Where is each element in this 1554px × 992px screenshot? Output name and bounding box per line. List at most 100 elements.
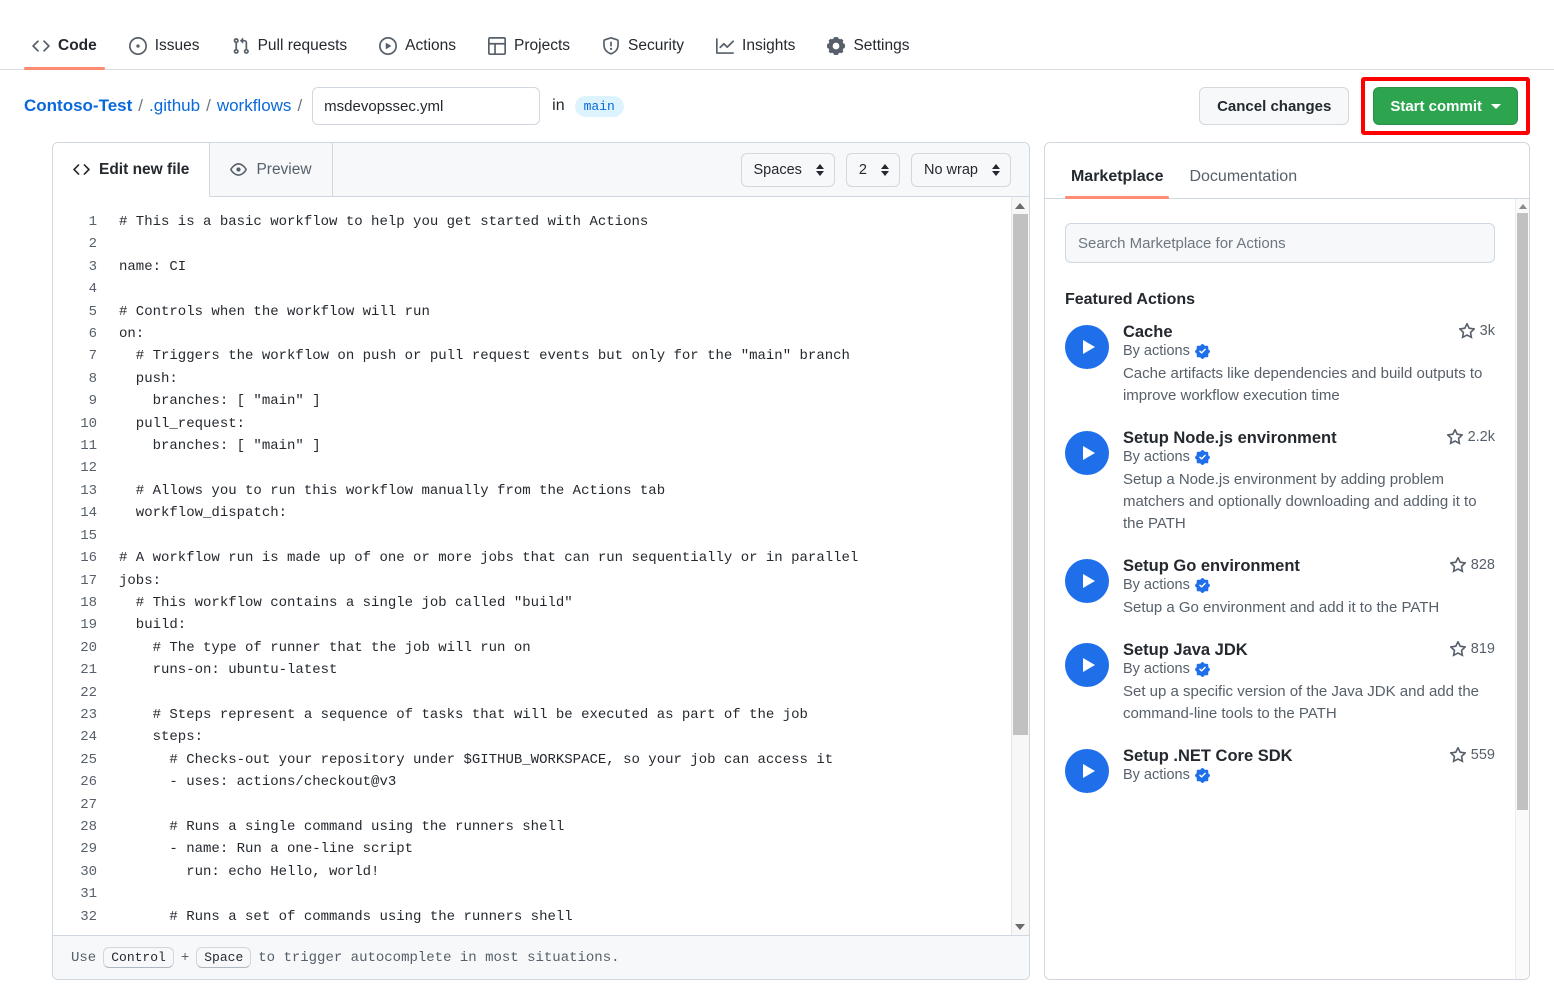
nav-item-actions[interactable]: Actions <box>371 37 464 69</box>
shield-icon <box>602 37 620 55</box>
nav-item-code[interactable]: Code <box>24 37 105 69</box>
nav-item-security[interactable]: Security <box>594 37 692 69</box>
action-name-link[interactable]: Cache <box>1123 323 1173 342</box>
scrollbar-thumb[interactable] <box>1013 214 1028 735</box>
action-author-label: By actions <box>1123 661 1190 677</box>
line-number-gutter: 1 2 3 4 5 6 7 8 9 10 11 12 13 14 15 16 1… <box>53 211 109 935</box>
marketplace-vertical-scrollbar[interactable] <box>1515 199 1529 979</box>
marketplace-scroll-region: Featured Actions Cache 3k By actions Cache … <box>1045 199 1515 979</box>
branch-badge: main <box>575 96 624 117</box>
action-name-link[interactable]: Setup .NET Core SDK <box>1123 747 1293 766</box>
indent-size-value: 2 <box>859 162 867 178</box>
action-card-body: Setup Java JDK819By actions Set up a spec… <box>1123 641 1495 725</box>
star-count-value: 828 <box>1471 557 1495 573</box>
nav-item-insights[interactable]: Insights <box>708 37 803 69</box>
breadcrumb-folder-workflows[interactable]: workflows <box>217 96 292 116</box>
wrap-mode-select[interactable]: No wrap <box>911 153 1011 187</box>
action-description: Setup a Node.js environment by adding pr… <box>1123 469 1495 535</box>
breadcrumb-separator: / <box>206 96 211 116</box>
editor-tabbar: Edit new file Preview Spaces 2 No wrap <box>53 143 1029 197</box>
star-icon <box>1447 429 1463 445</box>
scroll-down-arrow-icon[interactable] <box>1012 918 1029 935</box>
action-card-header: Setup Java JDK819 <box>1123 641 1495 660</box>
scroll-up-arrow-icon[interactable] <box>1012 197 1029 214</box>
start-commit-highlight: Start commit <box>1361 77 1530 135</box>
file-editor-panel: Edit new file Preview Spaces 2 No wrap <box>52 142 1030 980</box>
tab-marketplace[interactable]: Marketplace <box>1065 168 1170 198</box>
action-star-count: 2.2k <box>1437 429 1495 445</box>
table-icon <box>488 37 506 55</box>
action-description: Cache artifacts like dependencies and bu… <box>1123 363 1495 407</box>
in-label: in <box>552 97 564 115</box>
nav-item-label: Pull requests <box>258 38 348 54</box>
nav-item-label: Code <box>58 38 97 54</box>
marketplace-action-card[interactable]: Setup Java JDK819By actions Set up a spec… <box>1065 641 1495 725</box>
action-name-link[interactable]: Setup Node.js environment <box>1123 429 1337 448</box>
action-card-body: Setup Node.js environment 2.2k By actions S… <box>1123 429 1495 535</box>
code-editor-textarea[interactable]: # This is a basic workflow to help you g… <box>109 211 1011 935</box>
code-icon <box>73 161 90 178</box>
editor-options: Spaces 2 No wrap <box>741 143 1029 196</box>
tab-edit-new-file[interactable]: Edit new file <box>53 143 210 197</box>
action-author-label: By actions <box>1123 767 1190 783</box>
key-space: Space <box>196 947 251 968</box>
tab-documentation[interactable]: Documentation <box>1183 168 1303 198</box>
action-card-header: Cache 3k <box>1123 323 1495 342</box>
nav-item-label: Projects <box>514 38 570 54</box>
scrollbar-track[interactable] <box>1516 213 1529 979</box>
indent-size-select[interactable]: 2 <box>846 153 900 187</box>
action-name-link[interactable]: Setup Go environment <box>1123 557 1300 576</box>
hint-prefix: Use <box>71 950 96 966</box>
indent-mode-value: Spaces <box>754 162 802 178</box>
nav-item-issues[interactable]: Issues <box>121 37 208 69</box>
nav-item-label: Security <box>628 38 684 54</box>
marketplace-action-card[interactable]: Cache3kBy actionsCache artifacts like de… <box>1065 323 1495 407</box>
action-card-body: Setup .NET Core SDK559By actions <box>1123 747 1495 793</box>
chevron-updown-icon <box>992 164 1000 176</box>
nav-item-pull-requests[interactable]: Pull requests <box>224 37 356 69</box>
chevron-down-icon[interactable] <box>1491 104 1501 109</box>
eye-icon <box>230 161 247 178</box>
nav-item-projects[interactable]: Projects <box>480 37 578 69</box>
breadcrumb-folder-github[interactable]: .github <box>149 96 200 116</box>
verified-badge-icon <box>1195 450 1210 465</box>
star-count-value: 2.2k <box>1468 429 1495 445</box>
featured-actions-list: Cache 3k By actions Cache artifacts like de… <box>1065 323 1495 793</box>
action-name-link[interactable]: Setup Java JDK <box>1123 641 1248 660</box>
nav-item-label: Issues <box>155 38 200 54</box>
featured-actions-heading: Featured Actions <box>1065 291 1495 309</box>
start-commit-button[interactable]: Start commit <box>1373 87 1518 125</box>
scrollbar-thumb[interactable] <box>1517 213 1528 810</box>
breadcrumb-separator: / <box>138 96 143 116</box>
nav-item-settings[interactable]: Settings <box>819 37 917 69</box>
filename-input[interactable] <box>312 87 540 125</box>
repo-nav: Code Issues Pull requests Actions Projec… <box>0 0 1554 70</box>
star-count-value: 3k <box>1480 323 1495 339</box>
cancel-changes-button[interactable]: Cancel changes <box>1199 87 1349 125</box>
breadcrumb-row: Contoso-Test / .github / workflows / in … <box>0 70 1554 142</box>
action-play-icon <box>1065 643 1109 687</box>
action-author: By actions <box>1123 449 1495 465</box>
tab-label: Edit new file <box>99 161 189 179</box>
marketplace-search-input[interactable] <box>1065 223 1495 263</box>
scrollbar-track[interactable] <box>1012 214 1029 918</box>
action-play-icon <box>1065 749 1109 793</box>
tabbar-spacer <box>333 143 741 196</box>
action-description: Set up a specific version of the Java JD… <box>1123 681 1495 725</box>
tab-preview[interactable]: Preview <box>210 143 332 196</box>
marketplace-action-card[interactable]: Setup .NET Core SDK559By actions <box>1065 747 1495 793</box>
editor-vertical-scrollbar[interactable] <box>1011 197 1029 935</box>
breadcrumb-separator: / <box>297 96 302 116</box>
action-author: By actions <box>1123 767 1495 783</box>
indent-mode-select[interactable]: Spaces <box>741 153 835 187</box>
editor-footer-hint: Use Control + Space to trigger autocompl… <box>53 935 1029 979</box>
action-play-icon <box>1065 431 1109 475</box>
gear-icon <box>827 37 845 55</box>
marketplace-action-card[interactable]: Setup Node.js environment 2.2k By actions S… <box>1065 429 1495 535</box>
chevron-updown-icon <box>816 164 824 176</box>
marketplace-action-card[interactable]: Setup Go environment828By actionsSetup a… <box>1065 557 1495 619</box>
breadcrumb: Contoso-Test / .github / workflows / in … <box>24 87 624 125</box>
breadcrumb-repo-link[interactable]: Contoso-Test <box>24 96 132 116</box>
action-author: By actions <box>1123 661 1495 677</box>
scroll-up-arrow-icon[interactable] <box>1519 199 1527 213</box>
